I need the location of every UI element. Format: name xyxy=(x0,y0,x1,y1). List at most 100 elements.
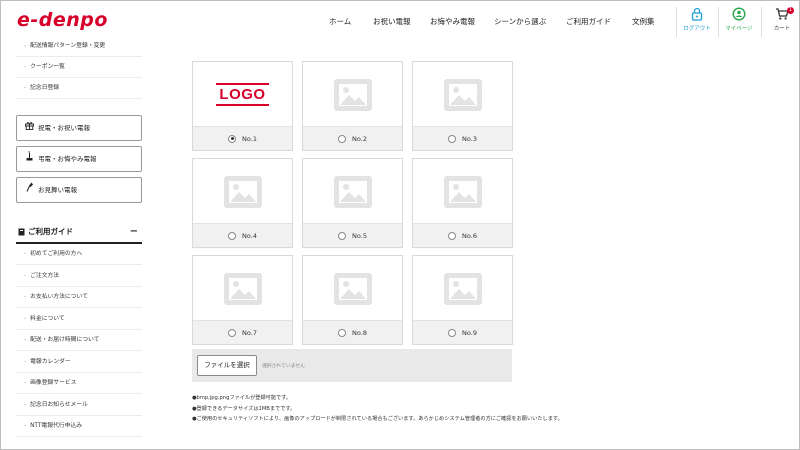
mypage-label: マイページ xyxy=(725,26,753,32)
guide-link-label: 初めてご利用の方へ xyxy=(30,251,83,257)
guide-link-payment[interactable]: - お支払い方法について xyxy=(16,287,142,308)
image-option-label: No.7 xyxy=(242,328,257,337)
sidebar-button-get-well[interactable]: お見舞い電報 xyxy=(16,177,142,203)
radio-button[interactable] xyxy=(448,134,457,143)
guide-link-label: 画像登録サービス xyxy=(30,380,77,386)
image-option-label: No.5 xyxy=(352,231,367,240)
guide-link-order-method[interactable]: - ご注文方法 xyxy=(16,266,142,287)
nav-scenes[interactable]: シーンから選ぶ xyxy=(494,16,546,27)
image-option-label: No.1 xyxy=(242,134,257,143)
incense-icon xyxy=(25,147,35,171)
sidebar-link-anniversary[interactable]: - 記念日登録 xyxy=(16,78,142,99)
guide-link-label: ご注文方法 xyxy=(30,273,60,279)
header-divider xyxy=(676,7,677,37)
image-option-radio-row[interactable]: No.8 xyxy=(303,320,402,344)
logout-label: ログアウト xyxy=(683,26,711,32)
sidebar-link-label: クーポン一覧 xyxy=(30,64,65,70)
guide-section-heading[interactable]: ご利用ガイド − xyxy=(16,222,142,244)
site-header: e-denpo ホーム お祝い電報 お悔やみ電報 シーンから選ぶ ご利用ガイド … xyxy=(1,1,799,41)
site-logo[interactable]: e-denpo xyxy=(17,9,108,31)
sidebar-button-condolence[interactable]: 弔電・お悔やみ電報 xyxy=(16,146,142,172)
image-placeholder-icon xyxy=(413,256,512,321)
gift-icon xyxy=(25,116,35,140)
image-option-label: No.3 xyxy=(462,134,477,143)
cart-button[interactable]: 1 カート xyxy=(763,7,800,37)
logout-button[interactable]: ログアウト xyxy=(678,7,716,37)
collapse-toggle-icon[interactable]: − xyxy=(130,222,138,242)
nav-home[interactable]: ホーム xyxy=(329,16,351,27)
nav-celebration[interactable]: お祝い電報 xyxy=(373,16,411,27)
sidebar-button-label: お見舞い電報 xyxy=(38,186,77,194)
upload-notes: ●bmp,jpg,pngファイルが登録可能です。 ●登録できるデータサイズは1M… xyxy=(192,393,563,425)
image-option-card[interactable]: No.2 xyxy=(302,61,403,151)
radio-button[interactable] xyxy=(228,328,237,337)
image-placeholder-icon xyxy=(193,256,292,321)
image-option-card[interactable]: No.7 xyxy=(192,255,293,345)
guide-link-image-registration[interactable]: - 画像登録サービス xyxy=(16,373,142,394)
image-option-card[interactable]: LOGO No.1 xyxy=(192,61,293,151)
image-option-card[interactable]: No.6 xyxy=(412,158,513,248)
image-option-label: No.9 xyxy=(462,328,477,337)
image-placeholder-icon xyxy=(303,62,402,127)
header-divider xyxy=(761,7,762,37)
guide-link-delivery-time[interactable]: - 配送・お届け時間について xyxy=(16,330,142,351)
guide-link-label: 記念日お知らせメール xyxy=(30,402,88,408)
image-option-radio-row[interactable]: No.3 xyxy=(413,126,512,150)
sidebar-button-label: 弔電・お悔やみ電報 xyxy=(38,155,97,163)
image-placeholder-icon xyxy=(303,159,402,224)
note-line: ●登録できるデータサイズは1MBまでです。 xyxy=(192,405,296,412)
header-divider xyxy=(718,7,719,37)
guide-link-calendar[interactable]: - 電報カレンダー xyxy=(16,352,142,373)
lock-open-icon xyxy=(678,7,716,23)
radio-button[interactable] xyxy=(338,134,347,143)
guide-link-ntt[interactable]: - NTT電報代行申込み xyxy=(16,416,142,437)
image-option-card[interactable]: No.4 xyxy=(192,158,293,248)
radio-button[interactable] xyxy=(338,231,347,240)
image-option-label: No.8 xyxy=(352,328,367,337)
radio-button[interactable] xyxy=(448,231,457,240)
sidebar-link-coupons[interactable]: - クーポン一覧 xyxy=(16,57,142,78)
nav-guide[interactable]: ご利用ガイド xyxy=(566,16,611,27)
image-option-radio-row[interactable]: No.1 xyxy=(193,126,292,150)
image-option-card[interactable]: No.9 xyxy=(412,255,513,345)
image-option-radio-row[interactable]: No.2 xyxy=(303,126,402,150)
guide-link-anniversary-mail[interactable]: - 記念日お知らせメール xyxy=(16,395,142,416)
logo-image: LOGO xyxy=(193,62,292,127)
cart-icon xyxy=(763,7,800,23)
guide-link-label: 料金について xyxy=(30,316,65,322)
guide-link-label: 配送・お届け時間について xyxy=(30,337,100,343)
mypage-button[interactable]: マイページ xyxy=(720,7,758,37)
nav-examples[interactable]: 文例集 xyxy=(632,16,655,27)
image-placeholder-icon xyxy=(193,159,292,224)
guide-link-first-time[interactable]: - 初めてご利用の方へ xyxy=(16,244,142,265)
nav-condolence[interactable]: お悔やみ電報 xyxy=(430,16,475,27)
sidebar-link-delivery-pattern[interactable]: - 配送情報パターン登録・変更 xyxy=(16,36,142,57)
sidebar-link-label: 配送情報パターン登録・変更 xyxy=(30,43,106,49)
image-option-card[interactable]: No.8 xyxy=(302,255,403,345)
image-placeholder-icon xyxy=(303,256,402,321)
image-option-radio-row[interactable]: No.9 xyxy=(413,320,512,344)
image-placeholder-icon xyxy=(413,159,512,224)
radio-button[interactable] xyxy=(448,328,457,337)
image-option-card[interactable]: No.3 xyxy=(412,61,513,151)
image-option-label: No.4 xyxy=(242,231,257,240)
logo-text: LOGO xyxy=(216,83,269,106)
sidebar-link-label: 記念日登録 xyxy=(30,85,60,91)
image-option-card[interactable]: No.5 xyxy=(302,158,403,248)
sidebar-button-label: 祝電・お祝い電報 xyxy=(38,124,90,132)
guide-link-pricing[interactable]: - 料金について xyxy=(16,309,142,330)
image-option-radio-row[interactable]: No.4 xyxy=(193,223,292,247)
guide-section-title: ご利用ガイド xyxy=(28,227,73,236)
flower-icon xyxy=(25,178,35,202)
image-option-radio-row[interactable]: No.6 xyxy=(413,223,512,247)
radio-button[interactable] xyxy=(228,231,237,240)
user-circle-icon xyxy=(720,7,758,23)
file-status-text: 選択されていません xyxy=(262,364,305,369)
image-option-radio-row[interactable]: No.5 xyxy=(303,223,402,247)
image-option-radio-row[interactable]: No.7 xyxy=(193,320,292,344)
choose-file-button[interactable]: ファイルを選択 xyxy=(197,355,257,376)
sidebar-button-celebration[interactable]: 祝電・お祝い電報 xyxy=(16,115,142,141)
radio-button[interactable] xyxy=(228,134,237,143)
radio-button[interactable] xyxy=(338,328,347,337)
book-icon xyxy=(18,228,25,236)
